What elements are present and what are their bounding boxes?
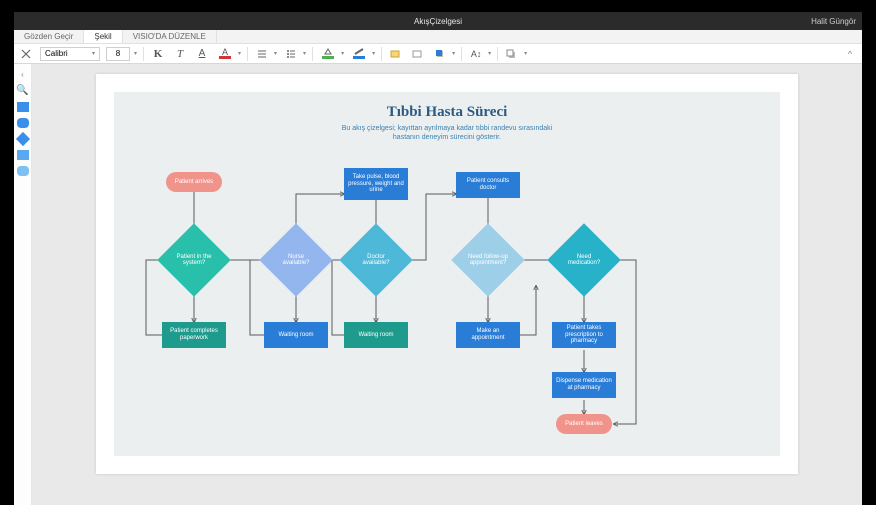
separator bbox=[312, 47, 313, 61]
node-decision-nurse[interactable]: Nurse available? bbox=[259, 223, 333, 297]
formatting-toolbar: Calibri ▾ 8 ▾ K T A A ▾ ▾ ▾ bbox=[14, 44, 862, 64]
node-decision-medication[interactable]: Need medication? bbox=[547, 223, 621, 297]
separator bbox=[461, 47, 462, 61]
chevron-down-icon: ▾ bbox=[341, 50, 344, 57]
italic-button[interactable]: T bbox=[172, 46, 188, 62]
chevron-down-icon: ▾ bbox=[524, 50, 527, 57]
font-size-label: 8 bbox=[116, 49, 120, 58]
node-end[interactable]: Patient leaves bbox=[556, 414, 612, 434]
shape-style-button[interactable] bbox=[388, 46, 404, 62]
node-waiting-1[interactable]: Waiting room bbox=[264, 322, 328, 348]
separator bbox=[381, 47, 382, 61]
separator bbox=[247, 47, 248, 61]
chevron-down-icon: ▾ bbox=[238, 50, 241, 57]
node-appointment[interactable]: Make an appointment bbox=[456, 322, 520, 348]
stencil-rounded-2[interactable] bbox=[17, 166, 29, 176]
node-start[interactable]: Patient arrives bbox=[166, 172, 222, 192]
tab-shape[interactable]: Şekil bbox=[84, 30, 122, 43]
font-color-button[interactable]: A bbox=[216, 46, 234, 62]
text-direction-button[interactable]: A↕ bbox=[468, 46, 484, 62]
shape-effects-button[interactable] bbox=[432, 46, 448, 62]
panel-collapse-button[interactable]: ‹ bbox=[21, 70, 24, 79]
node-vitals[interactable]: Take pulse, blood pressure, weight and u… bbox=[344, 168, 408, 200]
node-waiting-2[interactable]: Waiting room bbox=[344, 322, 408, 348]
node-decision-followup[interactable]: Need follow-up appointment? bbox=[451, 223, 525, 297]
chevron-down-icon: ▾ bbox=[274, 50, 277, 57]
cut-icon[interactable] bbox=[18, 46, 34, 62]
node-decision-doctor[interactable]: Doctor available? bbox=[339, 223, 413, 297]
chevron-down-icon: ▾ bbox=[92, 50, 95, 57]
chevron-down-icon: ▾ bbox=[372, 50, 375, 57]
font-family-label: Calibri bbox=[45, 49, 68, 58]
separator bbox=[143, 47, 144, 61]
main-area: ‹ 🔍 Tıbbi Hasta Süreci Bu akış çizelgesi… bbox=[14, 64, 862, 505]
node-prescription[interactable]: Patient takes prescription to pharmacy bbox=[552, 322, 616, 348]
separator bbox=[497, 47, 498, 61]
node-paperwork[interactable]: Patient completes paperwork bbox=[162, 322, 226, 348]
document-title: AkışÇizelgesi bbox=[414, 17, 462, 26]
align-button[interactable] bbox=[254, 46, 270, 62]
font-family-select[interactable]: Calibri ▾ bbox=[40, 47, 100, 61]
search-icon[interactable]: 🔍 bbox=[16, 85, 28, 96]
canvas-area[interactable]: Tıbbi Hasta Süreci Bu akış çizelgesi; ka… bbox=[32, 64, 862, 505]
shapes-panel: ‹ 🔍 bbox=[14, 64, 32, 505]
chevron-down-icon: ▾ bbox=[488, 50, 491, 57]
chart-subtitle: Bu akış çizelgesi; kayıttan ayrılmaya ka… bbox=[96, 124, 798, 142]
chevron-down-icon: ▾ bbox=[134, 50, 137, 57]
line-color-button[interactable] bbox=[350, 46, 368, 62]
stencil-rect[interactable] bbox=[17, 102, 29, 112]
ribbon-tabs: Gözden Geçir Şekil VISIO'DA DÜZENLE bbox=[14, 30, 862, 44]
node-consult[interactable]: Patient consults doctor bbox=[456, 172, 520, 198]
drawing-page[interactable]: Tıbbi Hasta Süreci Bu akış çizelgesi; ka… bbox=[96, 74, 798, 474]
arrange-button[interactable] bbox=[504, 46, 520, 62]
titlebar: AkışÇizelgesi Halit Güngör bbox=[14, 12, 862, 30]
stencil-rect-2[interactable] bbox=[17, 150, 29, 160]
collapse-ribbon-button[interactable]: ^ bbox=[842, 46, 858, 62]
chart-title: Tıbbi Hasta Süreci bbox=[96, 104, 798, 121]
tab-edit-in-visio[interactable]: VISIO'DA DÜZENLE bbox=[123, 30, 217, 43]
shape-style-2-button[interactable] bbox=[410, 46, 426, 62]
account-name[interactable]: Halit Güngör bbox=[811, 17, 856, 26]
bullets-button[interactable] bbox=[283, 46, 299, 62]
fill-color-button[interactable] bbox=[319, 46, 337, 62]
font-size-select[interactable]: 8 bbox=[106, 47, 130, 61]
underline-button[interactable]: A bbox=[194, 46, 210, 62]
tab-review[interactable]: Gözden Geçir bbox=[14, 30, 84, 43]
app-window: AkışÇizelgesi Halit Güngör Gözden Geçir … bbox=[14, 12, 862, 505]
node-dispense[interactable]: Dispense medication at pharmacy bbox=[552, 372, 616, 398]
chevron-down-icon: ▾ bbox=[452, 50, 455, 57]
stencil-diamond[interactable] bbox=[15, 132, 29, 146]
stencil-rounded[interactable] bbox=[17, 118, 29, 128]
chevron-down-icon: ▾ bbox=[303, 50, 306, 57]
bold-button[interactable]: K bbox=[150, 46, 166, 62]
node-decision-in-system[interactable]: Patient in the system? bbox=[157, 223, 231, 297]
device-bezel: AkışÇizelgesi Halit Güngör Gözden Geçir … bbox=[0, 0, 876, 505]
